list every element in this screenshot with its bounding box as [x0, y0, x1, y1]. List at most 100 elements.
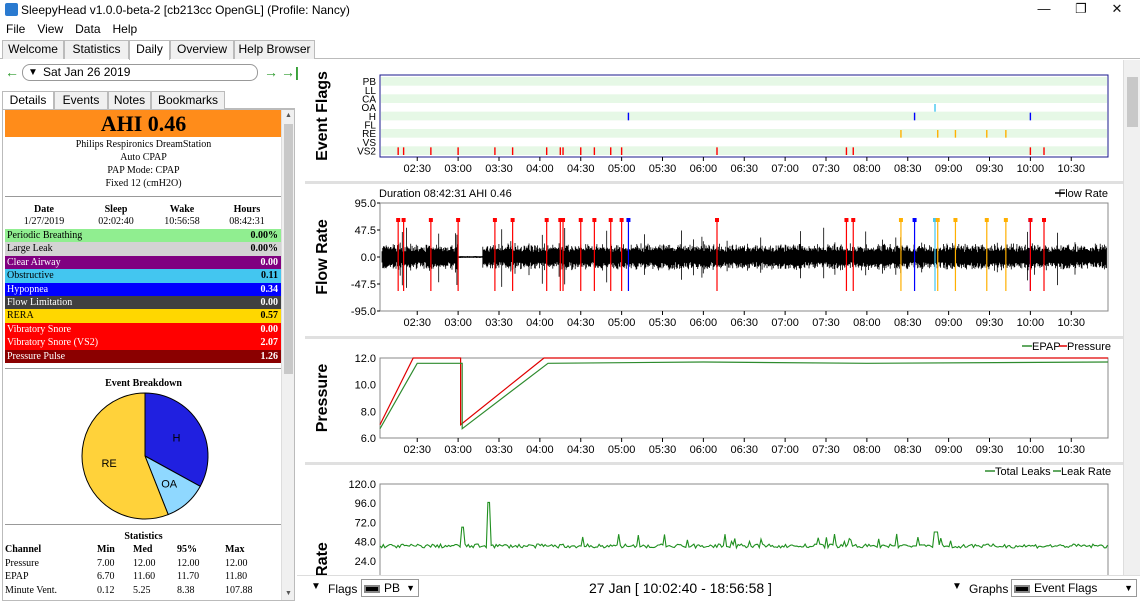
- menu-data[interactable]: Data: [69, 20, 106, 36]
- stat-cell: 95%: [177, 544, 197, 555]
- menu-bar: File View Data Help: [0, 20, 1140, 38]
- index-value: 0.00%: [250, 230, 279, 241]
- flags-toggle-icon[interactable]: ▼: [311, 581, 321, 592]
- graph-swatch: [1014, 584, 1030, 593]
- header-wake: Wake: [169, 204, 195, 215]
- index-value: 1.26: [260, 350, 279, 362]
- time-tick-label: 09:00: [935, 163, 963, 175]
- index-row[interactable]: Vibratory Snore 0.00: [5, 322, 282, 337]
- pressure-legend: Pressure: [1067, 341, 1111, 353]
- menu-help[interactable]: Help: [107, 20, 144, 36]
- scroll-up-icon[interactable]: ▲: [282, 110, 294, 122]
- index-row[interactable]: Large Leak 0.00%: [5, 242, 282, 256]
- last-day-arrow-icon[interactable]: →|: [281, 64, 299, 80]
- pressure-frame: [379, 357, 1109, 439]
- index-row[interactable]: Vibratory Snore (VS2) 2.07: [5, 336, 282, 350]
- index-row[interactable]: RERA 0.57: [5, 309, 282, 323]
- time-tick-label: 04:30: [567, 317, 595, 329]
- scroll-down-icon[interactable]: ▼: [282, 588, 294, 600]
- close-button[interactable]: ✕: [1094, 0, 1140, 20]
- stat-cell: 5.25: [133, 584, 151, 596]
- tab-overview[interactable]: Overview: [170, 40, 234, 59]
- time-tick-label: 07:30: [812, 163, 840, 175]
- time-tick-label: 05:00: [608, 444, 636, 456]
- details-scrollbar[interactable]: ▲ ▼: [281, 110, 294, 600]
- subtab-events[interactable]: Events: [54, 91, 108, 109]
- prev-day-arrow-icon[interactable]: ←: [5, 64, 19, 80]
- leak-ytick: 24.0: [355, 556, 376, 568]
- date-picker[interactable]: ▼ Sat Jan 26 2019: [22, 64, 258, 81]
- pressure-ytick: 8.0: [361, 406, 376, 418]
- tab-welcome[interactable]: Welcome: [2, 40, 64, 59]
- flow-event-head: [561, 218, 566, 222]
- time-tick-label: 07:00: [771, 317, 799, 329]
- next-day-arrow-icon[interactable]: →: [264, 64, 278, 80]
- graphs-scrollbar[interactable]: [1123, 60, 1140, 575]
- statistics-title: Statistics: [124, 531, 163, 542]
- time-tick-label: 09:30: [976, 317, 1004, 329]
- time-tick-label: 06:30: [730, 317, 758, 329]
- time-tick-label: 09:30: [976, 444, 1004, 456]
- index-value: 0.57: [260, 310, 279, 322]
- tab-statistics[interactable]: Statistics: [64, 40, 129, 59]
- time-tick-label: 07:30: [812, 317, 840, 329]
- app-icon: [5, 3, 18, 16]
- main-tabs: Welcome Statistics Daily Overview Help B…: [0, 39, 1140, 60]
- time-tick-label: 03:30: [485, 444, 513, 456]
- flow-event-head: [1028, 218, 1033, 222]
- flags-select[interactable]: PB ▼: [361, 579, 419, 597]
- time-tick-label: 10:30: [1057, 163, 1085, 175]
- stat-cell: 107.88: [225, 584, 253, 596]
- time-tick-label: 03:00: [444, 444, 472, 456]
- index-value: 0.00: [260, 296, 279, 308]
- flag-row-band: [381, 146, 1107, 155]
- stats-row: Pressure 7.00 12.00 12.00 12.00: [5, 558, 282, 572]
- index-label: Vibratory Snore (VS2): [7, 337, 99, 349]
- stat-cell: 12.00: [133, 557, 156, 569]
- pie-label: OA: [161, 478, 178, 490]
- chevron-down-icon: ▼: [1124, 583, 1133, 593]
- stat-cell: 12.00: [177, 557, 200, 569]
- index-row[interactable]: Pressure Pulse 1.26: [5, 349, 282, 363]
- index-label: Clear Airway: [7, 256, 61, 268]
- flow-event-head: [428, 218, 433, 222]
- index-row[interactable]: Flow Limitation 0.00: [5, 295, 282, 310]
- menu-view[interactable]: View: [31, 20, 69, 36]
- date-value: Sat Jan 26 2019: [43, 65, 131, 79]
- subtab-notes[interactable]: Notes: [108, 91, 151, 109]
- tab-help-browser[interactable]: Help Browser: [234, 40, 315, 59]
- subtab-details[interactable]: Details: [2, 91, 54, 109]
- graphs-select[interactable]: Event Flags ▼: [1011, 579, 1137, 597]
- graphs-select-value: Event Flags: [1034, 581, 1098, 595]
- menu-file[interactable]: File: [0, 20, 31, 36]
- scroll-thumb[interactable]: [284, 124, 293, 374]
- graphs-toggle-icon[interactable]: ▼: [952, 581, 962, 592]
- tab-daily[interactable]: Daily: [129, 40, 170, 60]
- graphs-scroll-thumb[interactable]: [1127, 77, 1138, 127]
- flow-ytick: -47.5: [351, 279, 376, 291]
- flow-ytick: 47.5: [355, 225, 376, 237]
- leak-ytick: 48.0: [355, 537, 376, 549]
- flow-event-head: [851, 218, 856, 222]
- subtab-bookmarks[interactable]: Bookmarks: [151, 91, 225, 109]
- time-tick-label: 04:00: [526, 317, 554, 329]
- flow-event-head: [1003, 218, 1008, 222]
- pressure-ytick: 6.0: [361, 433, 376, 445]
- flag-swatch: [364, 584, 380, 593]
- index-row[interactable]: Hypopnea 0.34: [5, 282, 282, 296]
- graphs-label: Graphs: [969, 582, 1009, 596]
- time-tick-label: 06:30: [730, 444, 758, 456]
- index-row[interactable]: Obstructive 0.11: [5, 269, 282, 283]
- time-tick-label: 06:00: [690, 444, 718, 456]
- time-tick-label: 08:30: [894, 317, 922, 329]
- flag-row-band: [381, 111, 1107, 121]
- stat-cell: Minute Vent.: [5, 584, 58, 596]
- index-row[interactable]: Clear Airway 0.00: [5, 255, 282, 270]
- flow-event-head: [544, 218, 549, 222]
- flow-event-head: [912, 218, 917, 222]
- flow-event-head: [626, 218, 631, 222]
- flow-event-head: [898, 218, 903, 222]
- index-row[interactable]: Periodic Breathing 0.00%: [5, 229, 282, 243]
- graphs-canvas[interactable]: PBLLCAOAHFLREVSVS202:30 03:00 03:30 04:00 04…: [305, 60, 1123, 575]
- stat-cell: Pressure: [5, 557, 39, 569]
